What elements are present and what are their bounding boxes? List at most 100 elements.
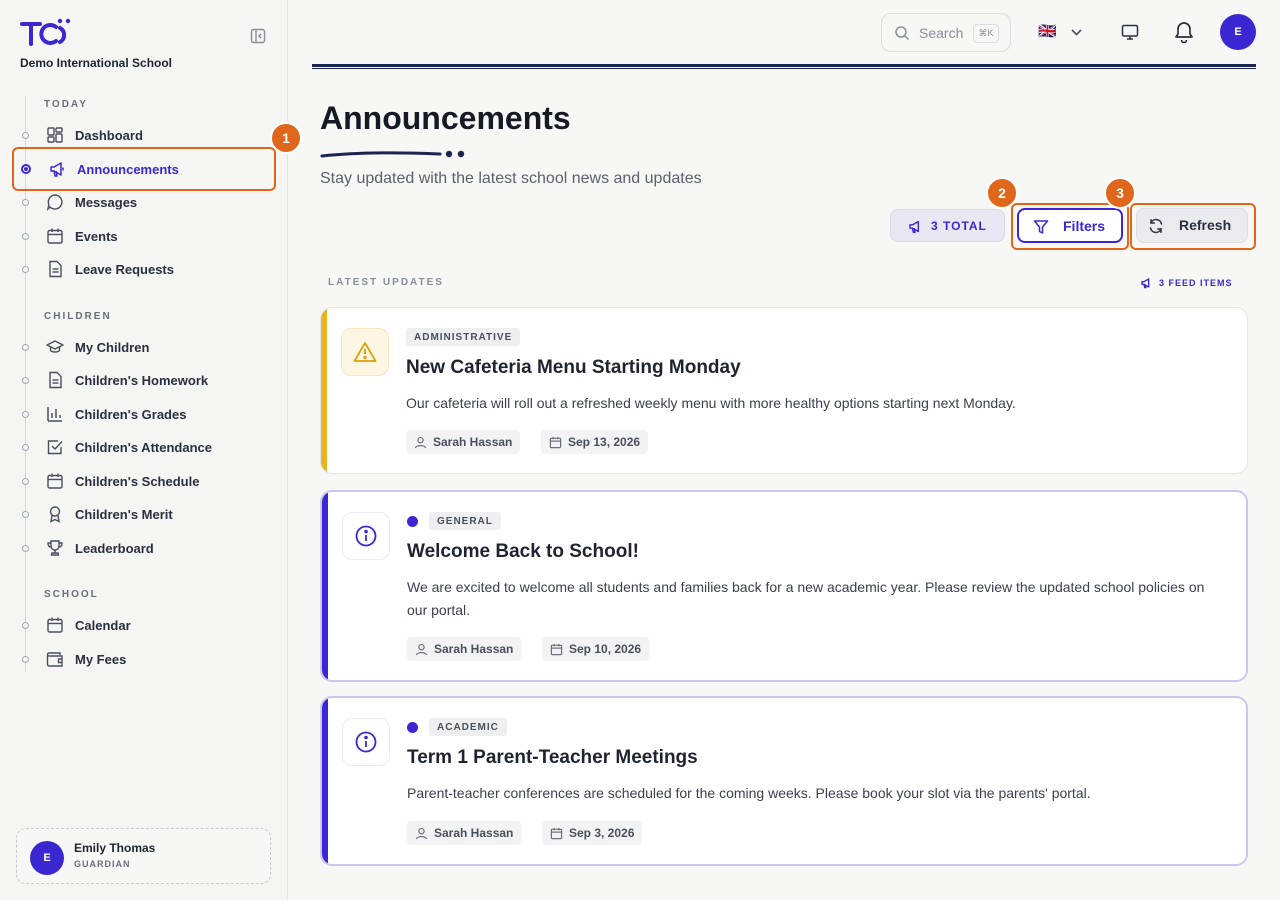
user-avatar-button[interactable]: E: [1220, 14, 1256, 50]
filter-icon: [1033, 220, 1049, 234]
category-tag: ADMINISTRATIVE: [406, 328, 521, 346]
nav-dot: [22, 621, 29, 629]
filters-button[interactable]: Filters: [1017, 208, 1123, 243]
date-chip: Sep 10, 2026: [542, 637, 650, 661]
sidebar-item-label: My Fees: [75, 651, 127, 667]
unread-dot: [407, 516, 418, 527]
display-mode-button[interactable]: [1118, 20, 1142, 44]
nav-dot: [22, 410, 29, 418]
nav-dot: [22, 131, 29, 139]
nav-dot: [22, 477, 29, 485]
bell-icon: [1175, 22, 1193, 43]
section-title-children: CHILDREN: [44, 311, 112, 322]
step-badge-3: 3: [1104, 177, 1136, 209]
feed-section-label: LATEST UPDATES: [328, 277, 444, 288]
announcement-body: Parent-teacher conferences are scheduled…: [407, 785, 1091, 801]
sidebar-item-events[interactable]: Events: [12, 221, 276, 251]
author-name: Sarah Hassan: [434, 826, 514, 840]
author-chip: Sarah Hassan: [406, 430, 521, 454]
calendar-icon: [549, 436, 562, 449]
warning-icon: [341, 328, 389, 376]
step-badge-2: 2: [986, 177, 1018, 209]
category-bar: [322, 698, 328, 864]
sidebar-item-label: Children's Schedule: [75, 473, 200, 489]
chat-icon: [46, 193, 64, 211]
section-title-school: SCHOOL: [44, 589, 99, 600]
trophy-icon: [46, 539, 64, 557]
school-logo: [20, 18, 71, 46]
nav-dot: [22, 510, 29, 518]
announcement-card[interactable]: ADMINISTRATIVE New Cafeteria Menu Starti…: [320, 307, 1248, 474]
sidebar-item-childrens-schedule[interactable]: Children's Schedule: [12, 466, 276, 496]
collapse-sidebar-icon[interactable]: [250, 28, 266, 44]
sidebar-item-label: Calendar: [75, 617, 131, 633]
calendar-icon: [550, 827, 563, 840]
title-underline-decoration: [320, 150, 465, 158]
page-title: Announcements: [320, 100, 571, 136]
calendar-icon: [550, 643, 563, 656]
section-title-today: TODAY: [44, 99, 88, 110]
school-name: Demo International School: [20, 56, 173, 70]
date-chip: Sep 13, 2026: [541, 430, 649, 454]
announcement-card[interactable]: GENERAL Welcome Back to School! We are e…: [320, 490, 1248, 682]
calendar-icon: [46, 472, 64, 490]
sidebar-item-childrens-merit[interactable]: Children's Merit: [12, 499, 276, 529]
sidebar-item-label: Children's Attendance: [75, 439, 212, 455]
total-count-label: 3 TOTAL: [931, 219, 987, 233]
refresh-button[interactable]: Refresh: [1136, 208, 1248, 243]
user-icon: [415, 643, 428, 656]
sidebar-item-announcements[interactable]: Announcements: [12, 147, 276, 191]
calendar-icon: [46, 227, 64, 245]
announcement-title: Welcome Back to School!: [407, 541, 639, 562]
announcement-title: New Cafeteria Menu Starting Monday: [406, 357, 741, 378]
dashboard-icon: [46, 126, 64, 144]
sidebar-item-leave-requests[interactable]: Leave Requests: [12, 254, 276, 284]
sidebar-item-childrens-homework[interactable]: Children's Homework: [12, 365, 276, 395]
author-name: Sarah Hassan: [434, 642, 514, 656]
category-bar: [321, 308, 327, 473]
user-icon: [414, 436, 427, 449]
nav-dot: [22, 544, 29, 552]
wallet-icon: [46, 650, 64, 668]
sidebar-item-label: Children's Homework: [75, 372, 209, 388]
sidebar-item-messages[interactable]: Messages: [12, 187, 276, 217]
sidebar-item-leaderboard[interactable]: Leaderboard: [12, 533, 276, 563]
notifications-button[interactable]: [1172, 19, 1196, 43]
avatar: E: [30, 841, 64, 875]
search-placeholder: Search: [919, 25, 964, 41]
sidebar-item-childrens-attendance[interactable]: Children's Attendance: [12, 432, 276, 462]
announcement-body: Our cafeteria will roll out a refreshed …: [406, 395, 1016, 411]
sidebar-item-my-fees[interactable]: My Fees: [12, 644, 276, 674]
sidebar-item-label: Events: [75, 228, 118, 244]
sidebar-item-label: Children's Merit: [75, 506, 173, 522]
category-tag: GENERAL: [429, 512, 501, 530]
author-chip: Sarah Hassan: [407, 637, 522, 661]
header-divider: [312, 64, 1256, 69]
sidebar-item-my-children[interactable]: My Children: [12, 332, 276, 362]
nav-dot: [22, 265, 29, 273]
announcement-date: Sep 10, 2026: [569, 642, 642, 656]
chevron-down-icon: [1071, 29, 1082, 36]
megaphone-icon: [1141, 278, 1150, 289]
filters-button-label: Filters: [1063, 218, 1106, 234]
language-selector[interactable]: 🇬🇧: [1038, 22, 1086, 42]
sidebar-item-dashboard[interactable]: Dashboard: [12, 120, 276, 150]
award-icon: [46, 505, 64, 523]
megaphone-icon: [48, 160, 66, 178]
search-input[interactable]: Search ⌘K: [881, 13, 1011, 52]
announcement-date: Sep 13, 2026: [568, 435, 641, 449]
flag-uk-icon: 🇬🇧: [1038, 23, 1057, 40]
announcement-title: Term 1 Parent-Teacher Meetings: [407, 747, 698, 768]
user-card[interactable]: E Emily Thomas GUARDIAN: [16, 828, 271, 884]
nav-dot: [22, 376, 29, 384]
refresh-button-label: Refresh: [1179, 217, 1232, 233]
monitor-icon: [1121, 24, 1139, 40]
nav-dot: [22, 232, 29, 240]
step-badge-1: 1: [270, 122, 302, 154]
sidebar-item-label: My Children: [75, 339, 150, 355]
sidebar-item-calendar[interactable]: Calendar: [12, 610, 276, 640]
sidebar-item-childrens-grades[interactable]: Children's Grades: [12, 399, 276, 429]
announcement-card[interactable]: ACADEMIC Term 1 Parent-Teacher Meetings …: [320, 696, 1248, 866]
unread-dot: [407, 722, 418, 733]
nav-dot: [22, 655, 29, 663]
